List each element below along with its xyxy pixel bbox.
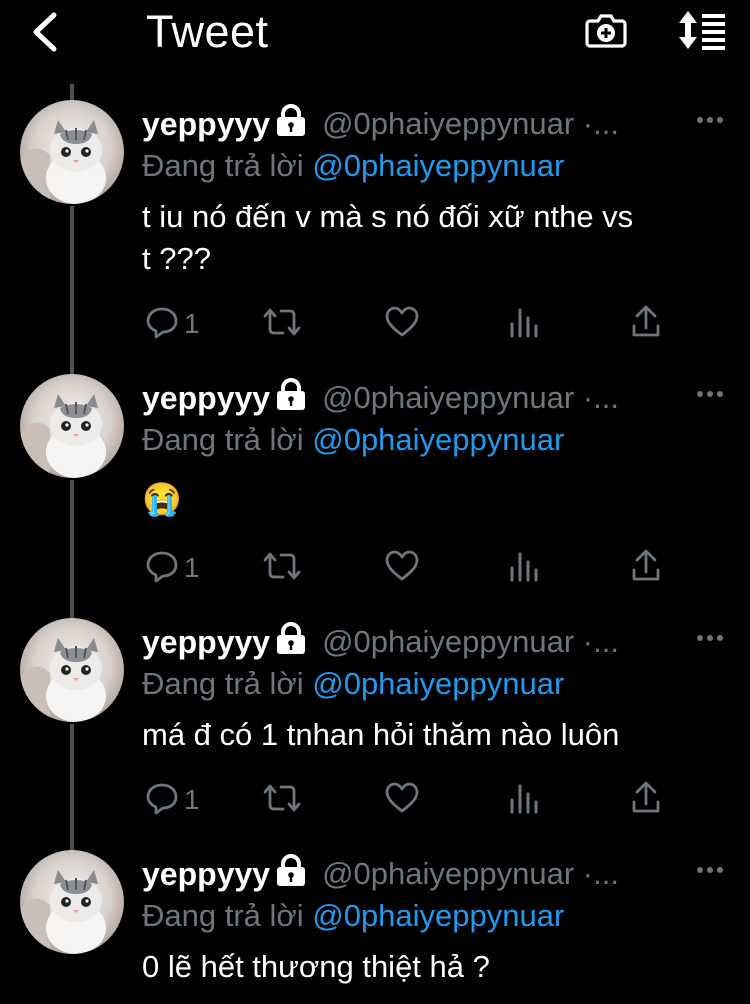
sort-button[interactable] bbox=[676, 8, 728, 52]
reply-to-handle-link[interactable]: @0phaiyeppynuar bbox=[312, 898, 564, 933]
like-button[interactable] bbox=[384, 304, 420, 344]
tweet-text: má đ có 1 tnhan hỏi thăm nào luôn bbox=[142, 717, 620, 752]
display-name[interactable]: yeppyyy bbox=[142, 856, 270, 892]
tweet-4[interactable]: yeppyyy @0phaiyeppynuar ·... Đang trả lời… bbox=[0, 850, 750, 1004]
analytics-button[interactable] bbox=[508, 782, 540, 822]
tweet-text-line: t ??? bbox=[142, 241, 211, 276]
reply-count: 1 bbox=[184, 784, 200, 815]
reply-to-handle-link[interactable]: @0phaiyeppynuar bbox=[312, 422, 564, 457]
more-icon[interactable] bbox=[694, 378, 726, 410]
cat-avatar-image bbox=[20, 850, 124, 954]
retweet-icon bbox=[263, 308, 301, 336]
retweet-button[interactable] bbox=[262, 548, 302, 588]
reply-icon bbox=[146, 551, 178, 583]
lock-icon bbox=[274, 104, 308, 138]
analytics-icon bbox=[510, 552, 538, 582]
reply-button[interactable]: 1 bbox=[144, 548, 224, 588]
reply-to-handle-link[interactable]: @0phaiyeppynuar bbox=[312, 148, 564, 183]
heart-icon bbox=[385, 550, 419, 581]
handle: @0phaiyeppynuar ·... bbox=[322, 856, 619, 891]
display-name[interactable]: yeppyyy bbox=[142, 624, 270, 660]
lock-icon bbox=[274, 854, 308, 888]
cat-avatar-image bbox=[20, 618, 124, 722]
tweet-1[interactable]: yeppyyy @0phaiyeppynuar ·... Đang trả lời… bbox=[0, 100, 750, 350]
avatar[interactable] bbox=[20, 618, 124, 722]
reply-icon bbox=[146, 307, 178, 339]
reply-icon bbox=[146, 783, 178, 815]
replying-to-label: Đang trả lời bbox=[142, 148, 313, 183]
share-icon bbox=[632, 549, 660, 581]
analytics-button[interactable] bbox=[508, 550, 540, 590]
lock-icon bbox=[274, 622, 308, 656]
analytics-button[interactable] bbox=[508, 306, 540, 346]
like-button[interactable] bbox=[384, 548, 420, 588]
replying-to: Đang trả lời @0phaiyeppynuar bbox=[142, 418, 564, 462]
author-row: yeppyyy @0phaiyeppynuar ·... bbox=[142, 102, 732, 146]
replying-to: Đang trả lời @0phaiyeppynuar bbox=[142, 894, 564, 938]
share-icon bbox=[632, 305, 660, 337]
retweet-button[interactable] bbox=[262, 304, 302, 344]
retweet-button[interactable] bbox=[262, 780, 302, 820]
chevron-left-icon bbox=[33, 12, 57, 52]
replying-to-label: Đang trả lời bbox=[142, 666, 313, 701]
display-name[interactable]: yeppyyy bbox=[142, 380, 270, 416]
handle: @0phaiyeppynuar ·... bbox=[322, 106, 619, 141]
tweet-text-line: t iu nó đến v mà s nó đối xữ nthe vs bbox=[142, 199, 634, 234]
replying-to-label: Đang trả lời bbox=[142, 898, 313, 933]
heart-icon bbox=[385, 782, 419, 813]
more-icon[interactable] bbox=[694, 104, 726, 136]
tweet-3[interactable]: yeppyyy @0phaiyeppynuar ·... Đang trả lời… bbox=[0, 618, 750, 828]
reply-count: 1 bbox=[184, 552, 200, 583]
reply-button[interactable]: 1 bbox=[144, 304, 224, 344]
replying-to-label: Đang trả lời bbox=[142, 422, 313, 457]
more-icon[interactable] bbox=[694, 854, 726, 886]
camera-add-icon bbox=[585, 14, 627, 48]
analytics-icon bbox=[510, 308, 538, 338]
more-icon[interactable] bbox=[694, 622, 726, 654]
handle: @0phaiyeppynuar ·... bbox=[322, 624, 619, 659]
author-row: yeppyyy @0phaiyeppynuar ·... bbox=[142, 852, 732, 896]
avatar[interactable] bbox=[20, 100, 124, 204]
top-bar: Tweet bbox=[0, 0, 750, 70]
tweet-text: 😭 bbox=[142, 481, 182, 517]
display-name[interactable]: yeppyyy bbox=[142, 106, 270, 142]
avatar[interactable] bbox=[20, 374, 124, 478]
page-title: Tweet bbox=[146, 6, 269, 57]
analytics-icon bbox=[510, 784, 538, 814]
tweet-text: 0 lẽ hết thương thiệt hả ? bbox=[142, 949, 490, 984]
retweet-icon bbox=[263, 784, 301, 812]
lock-icon bbox=[274, 378, 308, 412]
like-button[interactable] bbox=[384, 780, 420, 820]
camera-button[interactable] bbox=[584, 8, 628, 52]
cat-avatar-image bbox=[20, 100, 124, 204]
share-button[interactable] bbox=[630, 304, 662, 344]
cat-avatar-image bbox=[20, 374, 124, 478]
reply-button[interactable]: 1 bbox=[144, 780, 224, 820]
tweet-2[interactable]: yeppyyy @0phaiyeppynuar ·... Đang trả lời… bbox=[0, 374, 750, 594]
author-row: yeppyyy @0phaiyeppynuar ·... bbox=[142, 376, 732, 420]
heart-icon bbox=[385, 306, 419, 337]
share-button[interactable] bbox=[630, 548, 662, 588]
share-icon bbox=[632, 781, 660, 813]
thread-line bbox=[70, 84, 74, 100]
reply-count: 1 bbox=[184, 308, 200, 339]
back-button[interactable] bbox=[28, 10, 68, 54]
tweet-text: t iu nó đến v mà s nó đối xữ nthe vs t ?… bbox=[142, 196, 732, 280]
reply-to-handle-link[interactable]: @0phaiyeppynuar bbox=[312, 666, 564, 701]
replying-to: Đang trả lời @0phaiyeppynuar bbox=[142, 662, 564, 706]
sort-list-icon bbox=[679, 11, 725, 50]
replying-to: Đang trả lời @0phaiyeppynuar bbox=[142, 144, 564, 188]
avatar[interactable] bbox=[20, 850, 124, 954]
author-row: yeppyyy @0phaiyeppynuar ·... bbox=[142, 620, 732, 664]
retweet-icon bbox=[263, 552, 301, 580]
handle: @0phaiyeppynuar ·... bbox=[322, 380, 619, 415]
share-button[interactable] bbox=[630, 780, 662, 820]
